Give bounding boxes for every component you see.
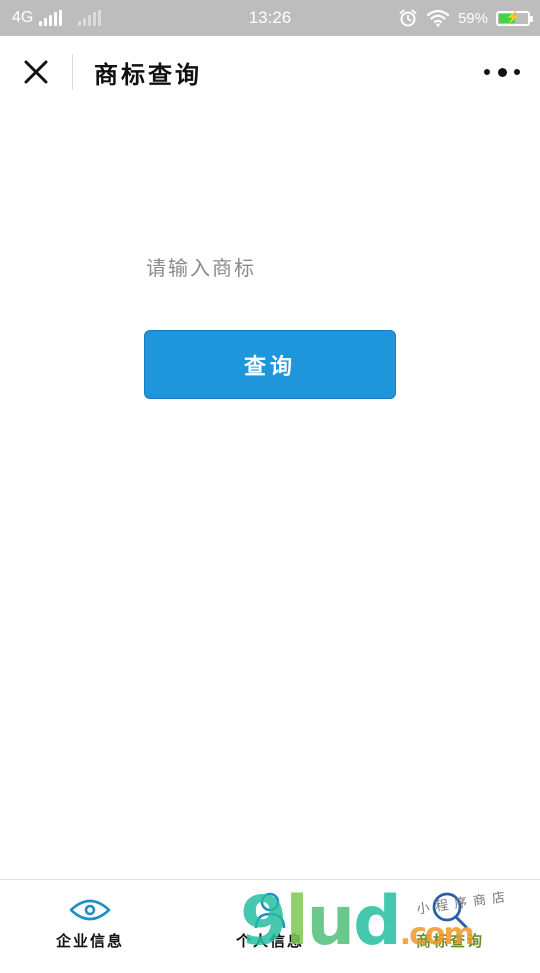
tab-company-info[interactable]: 企业信息 — [0, 880, 180, 960]
eye-icon — [69, 899, 111, 921]
close-icon — [24, 60, 48, 84]
more-button[interactable] — [484, 60, 520, 84]
page-title: 商标查询 — [94, 59, 202, 89]
more-icon-dot — [497, 67, 507, 77]
tab-label: 商标查询 — [415, 932, 484, 950]
battery-percent: 59% — [457, 9, 488, 27]
battery-icon: ⚡ — [496, 9, 533, 26]
more-icon-dot — [514, 69, 520, 75]
person-icon — [254, 892, 286, 929]
tab-bar: 企业信息 个人信息 商标查询 — [0, 879, 540, 960]
tab-trademark-search[interactable]: 商标查询 — [360, 880, 540, 960]
tab-label: 企业信息 — [55, 932, 124, 950]
nav-bar: 商标查询 — [0, 36, 540, 108]
close-button[interactable] — [18, 54, 54, 90]
search-icon — [432, 892, 468, 929]
nav-divider — [72, 54, 73, 90]
query-button[interactable]: 查询 — [144, 330, 396, 399]
alarm-icon — [399, 9, 417, 27]
tab-label: 个人信息 — [235, 932, 304, 950]
status-bar: 4G 13:26 59% ⚡ — [0, 0, 540, 36]
status-bar-right: 59% ⚡ — [398, 0, 533, 36]
more-icon-dot — [484, 69, 490, 75]
trademark-search-input[interactable] — [144, 248, 398, 288]
charging-bolt-icon: ⚡ — [505, 9, 521, 24]
tab-personal-info[interactable]: 个人信息 — [180, 880, 360, 960]
wifi-icon — [426, 9, 450, 27]
